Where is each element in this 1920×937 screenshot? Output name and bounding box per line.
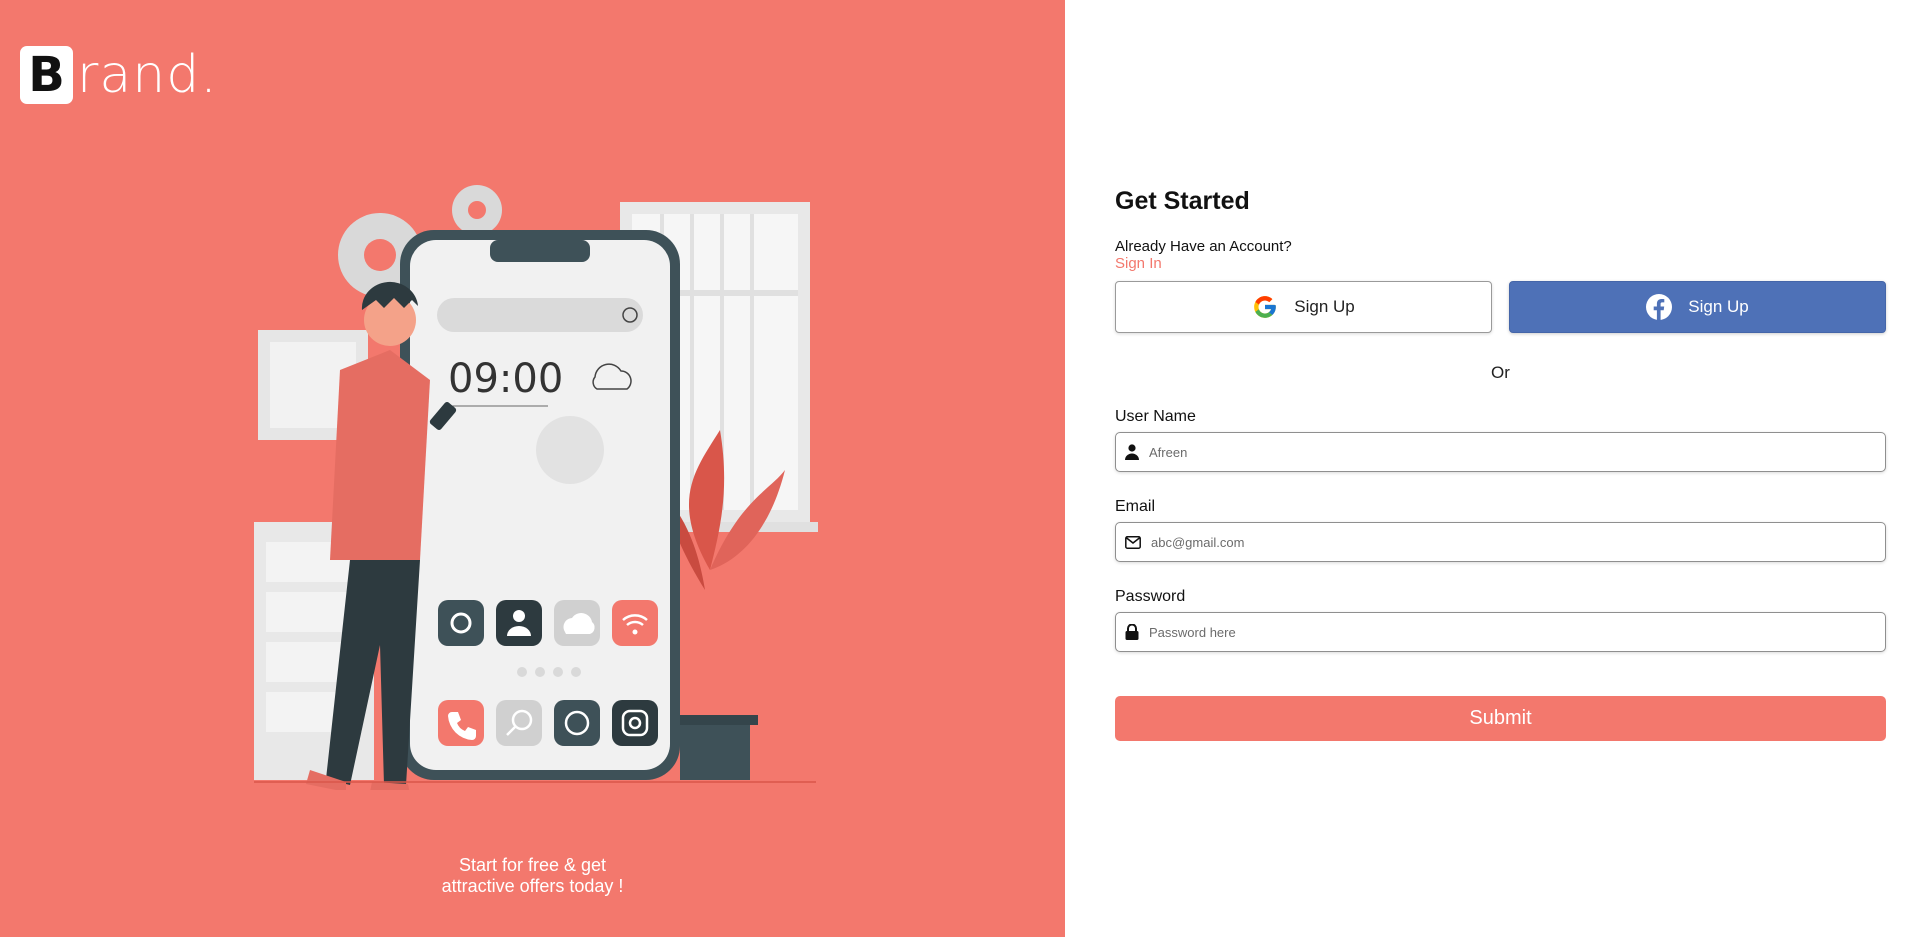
page-title: Get Started: [1115, 187, 1250, 215]
hero-illustration: 09:00: [254, 185, 818, 790]
submit-button[interactable]: Submit: [1115, 696, 1886, 741]
brand-logo-letter: B: [20, 46, 73, 104]
password-input[interactable]: [1147, 616, 1885, 648]
tagline-line-2: attractive offers today !: [441, 876, 624, 896]
email-label: Email: [1115, 498, 1156, 515]
username-field[interactable]: [1115, 432, 1886, 472]
have-account-text: Already Have an Account?: [1115, 238, 1292, 255]
mail-icon: [1125, 535, 1141, 549]
tagline-line-1: Start for free & get: [458, 855, 607, 875]
social-signup-row: Sign Up Sign Up: [1115, 281, 1886, 333]
facebook-signup-label: Sign Up: [1688, 297, 1749, 316]
email-field[interactable]: [1115, 522, 1886, 562]
google-icon: [1254, 296, 1277, 318]
signup-form: Get Started Already Have an Account? Sig…: [1115, 187, 1886, 741]
phone-illustration: 09:00: [400, 230, 680, 780]
sign-in-link[interactable]: Sign In: [1115, 255, 1886, 272]
brand-logo-text: rand.: [77, 45, 218, 105]
facebook-icon: [1646, 294, 1673, 320]
phone-clock: 09:00: [448, 356, 563, 402]
email-input[interactable]: [1149, 526, 1885, 558]
facebook-signup-button[interactable]: Sign Up: [1509, 281, 1886, 333]
username-input[interactable]: [1147, 436, 1885, 468]
lock-icon: [1125, 624, 1139, 640]
hero-panel: B rand. 09:00 Start for free & get attra…: [0, 0, 1065, 937]
or-divider: Or: [1491, 363, 1510, 382]
google-signup-label: Sign Up: [1294, 297, 1355, 316]
user-icon: [1125, 444, 1139, 460]
username-label: User Name: [1115, 408, 1196, 425]
brand-logo: B rand.: [20, 46, 218, 104]
tagline: Start for free & get attractive offers t…: [0, 855, 1065, 897]
google-signup-button[interactable]: Sign Up: [1115, 281, 1492, 333]
password-label: Password: [1115, 588, 1186, 605]
password-field[interactable]: [1115, 612, 1886, 652]
